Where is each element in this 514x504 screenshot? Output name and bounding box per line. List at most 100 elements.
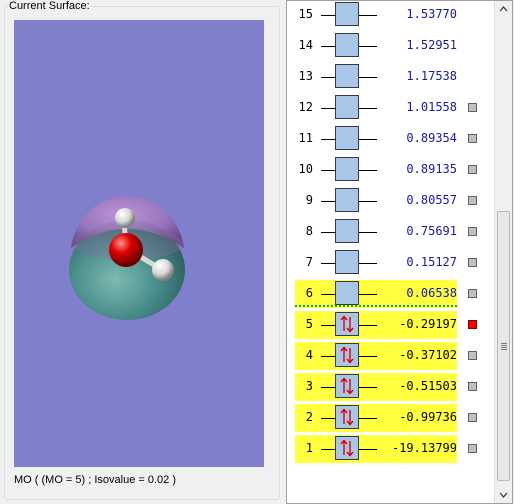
surface-marker[interactable] — [468, 196, 477, 205]
scroll-up-arrow-icon — [499, 6, 508, 12]
3d-viewport[interactable] — [14, 20, 264, 467]
grip-line — [501, 343, 507, 344]
homo-lumo-divider — [295, 305, 457, 307]
orbital-energy: 0.15127 — [406, 255, 457, 269]
orbital-row-3[interactable]: 3 -0.51503 — [295, 373, 495, 401]
spin-pair-icon — [340, 315, 354, 333]
grip-line — [501, 345, 507, 346]
level-line-left — [321, 356, 335, 357]
orbital-energy: 0.06538 — [406, 286, 457, 300]
orbital-number: 6 — [305, 286, 313, 300]
orbital-row-13[interactable]: 13 1.17538 — [295, 63, 495, 91]
orbital-energy: 0.80557 — [406, 193, 457, 207]
orbital-number: 8 — [305, 224, 313, 238]
orbital-number: 2 — [305, 410, 313, 424]
orbital-row-6[interactable]: 6 0.06538 — [295, 280, 495, 308]
surface-marker[interactable] — [468, 413, 477, 422]
orbital-list: 15 1.53770 14 1.52951 13 1.17538 12 1.01558 11 0.… — [287, 1, 495, 503]
level-line-left — [321, 449, 335, 450]
level-line-left — [321, 108, 335, 109]
level-line-left — [321, 201, 335, 202]
virtual-level-box[interactable] — [335, 126, 359, 150]
orbital-row-2[interactable]: 2 -0.99736 — [295, 404, 495, 432]
spin-pair-icon — [340, 408, 354, 426]
surface-marker[interactable] — [468, 382, 477, 391]
grip-line — [501, 347, 507, 348]
surface-marker[interactable] — [468, 134, 477, 143]
surface-marker[interactable] — [468, 227, 477, 236]
virtual-level-box[interactable] — [335, 95, 359, 119]
orbital-energy: -19.13799 — [391, 441, 457, 455]
orbital-energy: -0.37102 — [399, 348, 457, 362]
orbital-number: 5 — [305, 317, 313, 331]
scroll-up-button[interactable] — [495, 1, 512, 18]
virtual-level-box[interactable] — [335, 64, 359, 88]
occupied-level-box[interactable] — [335, 312, 359, 336]
orbital-energy: 0.89354 — [406, 131, 457, 145]
surface-marker[interactable] — [468, 444, 477, 453]
surface-marker[interactable] — [468, 165, 477, 174]
level-line-left — [321, 325, 335, 326]
scroll-down-button[interactable] — [495, 486, 512, 503]
current-surface-title: Current Surface: — [8, 0, 91, 12]
orbital-row-9[interactable]: 9 0.80557 — [295, 187, 495, 215]
orbital-energy: 0.89135 — [406, 162, 457, 176]
occupied-level-box[interactable] — [335, 374, 359, 398]
virtual-level-box[interactable] — [335, 250, 359, 274]
orbital-row-1[interactable]: 1 -19.13799 — [295, 435, 495, 463]
orbital-row-11[interactable]: 11 0.89354 — [295, 125, 495, 153]
virtual-level-box[interactable] — [335, 33, 359, 57]
surface-marker[interactable] — [468, 289, 477, 298]
orbital-number: 7 — [305, 255, 313, 269]
hydrogen-atom-2 — [152, 259, 174, 281]
orbital-energy: -0.29197 — [399, 317, 457, 331]
orbital-number: 11 — [298, 131, 313, 145]
occupied-level-box[interactable] — [335, 405, 359, 429]
orbital-energy: -0.51503 — [399, 379, 457, 393]
orbital-number: 15 — [298, 7, 313, 21]
spin-pair-icon — [340, 439, 354, 457]
vertical-scrollbar[interactable] — [494, 1, 512, 503]
virtual-level-box[interactable] — [335, 157, 359, 181]
orbital-number: 1 — [305, 441, 313, 455]
virtual-level-box[interactable] — [335, 281, 359, 305]
occupied-level-box[interactable] — [335, 343, 359, 367]
grip-line — [501, 349, 507, 350]
level-line-left — [321, 232, 335, 233]
orbital-number: 14 — [298, 38, 313, 52]
surface-marker[interactable] — [468, 258, 477, 267]
orbital-row-14[interactable]: 14 1.52951 — [295, 32, 495, 60]
orbital-number: 9 — [305, 193, 313, 207]
orbital-row-12[interactable]: 12 1.01558 — [295, 94, 495, 122]
orbital-row-8[interactable]: 8 0.75691 — [295, 218, 495, 246]
surface-marker-active[interactable] — [468, 320, 477, 329]
orbital-row-5[interactable]: 5 -0.29197 — [295, 311, 495, 339]
orbital-number: 10 — [298, 162, 313, 176]
surface-marker[interactable] — [468, 103, 477, 112]
level-line-left — [321, 294, 335, 295]
level-line-left — [321, 46, 335, 47]
orbital-row-4[interactable]: 4 -0.37102 — [295, 342, 495, 370]
occupied-level-box[interactable] — [335, 436, 359, 460]
orbital-row-7[interactable]: 7 0.15127 — [295, 249, 495, 277]
virtual-level-box[interactable] — [335, 2, 359, 26]
orbital-energy: 1.17538 — [406, 69, 457, 83]
orbital-number: 3 — [305, 379, 313, 393]
mo-caption: MO ( (MO = 5) ; Isovalue = 0.02 ) — [14, 474, 176, 486]
level-line-left — [321, 170, 335, 171]
scroll-down-arrow-icon — [499, 492, 508, 498]
orbital-row-15[interactable]: 15 1.53770 — [295, 1, 495, 29]
molecule-render[interactable] — [14, 20, 264, 467]
level-line-left — [321, 418, 335, 419]
scroll-thumb[interactable] — [497, 211, 510, 481]
hydrogen-atom-1 — [115, 208, 135, 228]
orbital-row-10[interactable]: 10 0.89135 — [295, 156, 495, 184]
level-line-left — [321, 263, 335, 264]
level-line-left — [321, 77, 335, 78]
virtual-level-box[interactable] — [335, 219, 359, 243]
surface-panel: Current Surface: MO ((MO = 5) ; Isovalu… — [0, 0, 282, 504]
mo-diagram-panel: 15 1.53770 14 1.52951 13 1.17538 12 1.01558 11 0.… — [286, 0, 513, 504]
virtual-level-box[interactable] — [335, 188, 359, 212]
surface-marker[interactable] — [468, 351, 477, 360]
spin-pair-icon — [340, 346, 354, 364]
